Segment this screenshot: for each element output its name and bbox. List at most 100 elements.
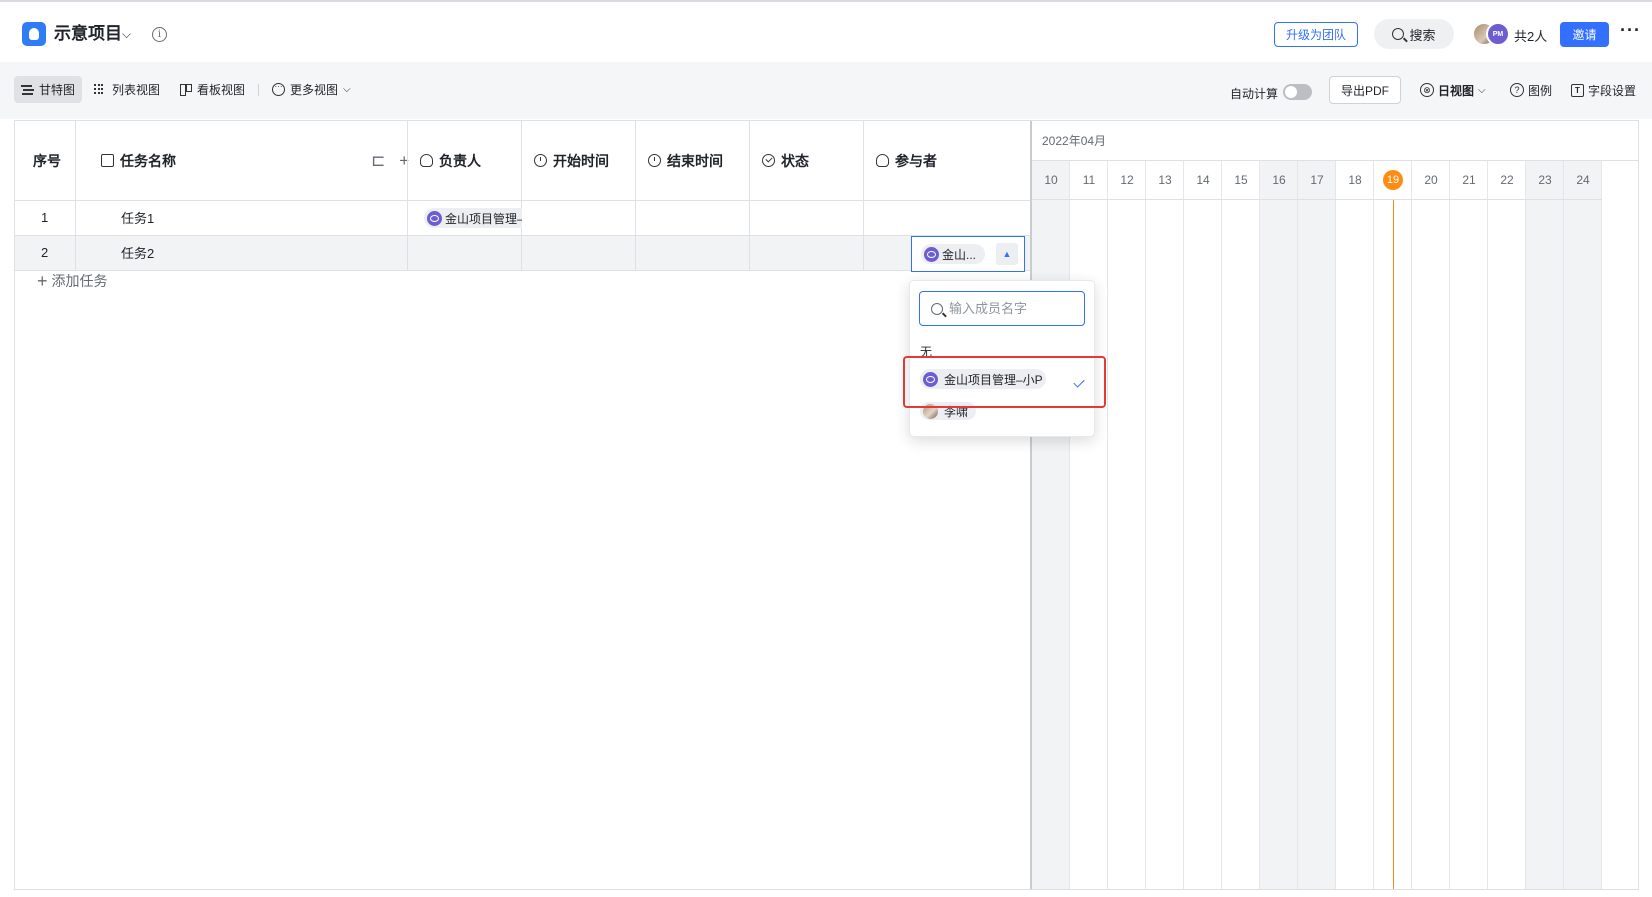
col-divider	[863, 121, 864, 270]
col-label: 参与者	[895, 152, 937, 169]
task-table: 序号 任务名称 ⊏+ 负责人 开始时间 结束时间 状态 参与者 1 任务1 金山…	[15, 121, 1030, 889]
participant-name: 金山...	[942, 247, 977, 262]
col-divider	[407, 121, 408, 270]
highlight-box	[903, 356, 1106, 408]
avatar-pm: PM	[1486, 22, 1510, 46]
member-search-field[interactable]	[919, 291, 1085, 326]
auto-calc-toggle[interactable]	[1283, 84, 1312, 100]
table-row[interactable]	[15, 200, 1030, 235]
add-task-label: 添加任务	[51, 273, 108, 289]
participant-chip[interactable]: 金山...	[921, 244, 985, 264]
day-number: 21	[1450, 160, 1488, 200]
member-count[interactable]: 共2人	[1514, 26, 1547, 45]
today-badge: 19	[1383, 169, 1403, 190]
day-column: 12	[1108, 160, 1146, 889]
upgrade-team-button[interactable]: 升级为团队	[1274, 22, 1358, 47]
gantt-timeline: 2022年04月 10 11 12 13 14 15 16 17 18 19 20 21 22 23 24	[1032, 121, 1638, 889]
gantt-panel: 序号 任务名称 ⊏+ 负责人 开始时间 结束时间 状态 参与者 1 任务1 金山…	[14, 120, 1639, 890]
row-divider	[15, 270, 1030, 271]
row-divider	[15, 200, 1030, 201]
day-number: 10	[1032, 160, 1070, 200]
day-column: 24	[1564, 160, 1602, 889]
col-header-task-name[interactable]: 任务名称	[101, 121, 176, 200]
tab-gantt[interactable]: 甘特图	[14, 76, 83, 103]
day-number: 19	[1374, 160, 1412, 200]
day-number: 14	[1184, 160, 1222, 200]
task-name[interactable]: 任务2	[121, 236, 154, 271]
task-name[interactable]: 任务1	[121, 201, 154, 236]
day-number: 24	[1564, 160, 1602, 200]
col-label: 任务名称	[120, 152, 176, 169]
member-search-input[interactable]	[949, 301, 1079, 316]
day-number: 15	[1222, 160, 1260, 200]
timeline-divider	[1032, 160, 1638, 161]
tab-board-label: 看板视图	[197, 83, 246, 97]
month-label: 2022年04月	[1042, 134, 1107, 148]
more-icon[interactable]: ···	[1620, 20, 1641, 41]
legend-button[interactable]: ? 图例	[1510, 78, 1552, 102]
day-number: 17	[1298, 160, 1336, 200]
col-label: 负责人	[439, 152, 481, 169]
col-label: 状态	[781, 152, 809, 169]
chevron-down-icon[interactable]: ⌵	[122, 24, 131, 44]
col-label: 序号	[33, 152, 61, 169]
owner-chip[interactable]: 金山项目管理–小	[424, 208, 522, 228]
col-header-owner[interactable]: 负责人	[420, 121, 481, 200]
plus-icon: +	[37, 271, 48, 291]
col-header-participants[interactable]: 参与者	[876, 121, 937, 200]
people-icon	[876, 154, 889, 167]
day-column: 19	[1374, 160, 1412, 889]
app-header: 示意项目 ⌵ i 升级为团队 搜索 PM 共2人 邀请 ···	[0, 2, 1652, 62]
day-column: 23	[1526, 160, 1564, 889]
col-header-start[interactable]: 开始时间	[534, 121, 609, 200]
day-number: 12	[1108, 160, 1146, 200]
search-label: 搜索	[1409, 27, 1436, 43]
row-index: 2	[41, 245, 49, 260]
col-header-end[interactable]: 结束时间	[648, 121, 723, 200]
project-title[interactable]: 示意项目	[54, 22, 122, 46]
table-row[interactable]	[15, 235, 1030, 270]
day-view-label: 日视图	[1438, 83, 1475, 98]
info-icon[interactable]: i	[152, 27, 167, 42]
col-divider	[749, 121, 750, 270]
row-index: 1	[41, 210, 49, 225]
col-header-status[interactable]: 状态	[762, 121, 809, 200]
check-circle-icon	[762, 154, 775, 167]
tab-list[interactable]: 列表视图	[87, 76, 167, 103]
legend-label: 图例	[1528, 83, 1553, 98]
field-settings-button[interactable]: T 字段设置	[1571, 78, 1636, 102]
day-column: 14	[1184, 160, 1222, 889]
header-tools: ⊏+	[371, 151, 423, 171]
export-pdf-button[interactable]: 导出PDF	[1329, 76, 1401, 104]
kanban-icon	[179, 84, 192, 96]
day-number: 23	[1526, 160, 1564, 200]
search-button[interactable]: 搜索	[1374, 19, 1454, 49]
gantt-icon	[21, 84, 34, 95]
add-task-button[interactable]: + 添加任务	[37, 271, 108, 291]
today-line	[1393, 200, 1394, 889]
indent-icon[interactable]: ⊏	[371, 151, 399, 170]
day-number: 18	[1336, 160, 1374, 200]
row-divider	[15, 235, 1030, 236]
view-toolbar: 甘特图 列表视图 看板视图 ··· 更多视图 ⌵ 自动计算 导出PDF ⊗ 日视…	[0, 62, 1652, 119]
auto-calc-label: 自动计算	[1230, 87, 1279, 101]
search-icon	[931, 302, 943, 315]
col-label: 开始时间	[553, 152, 609, 169]
col-divider	[521, 121, 522, 270]
invite-button[interactable]: 邀请	[1560, 22, 1609, 47]
tab-gantt-label: 甘特图	[39, 83, 76, 97]
day-view-select[interactable]: ⊗ 日视图 ⌵	[1420, 78, 1486, 102]
col-label: 结束时间	[667, 152, 723, 169]
day-column: 22	[1488, 160, 1526, 889]
caret-up-icon[interactable]: ▲	[996, 243, 1018, 265]
clock-icon	[648, 154, 661, 167]
tab-board[interactable]: 看板视图	[172, 76, 252, 103]
field-icon: T	[1571, 83, 1584, 97]
participant-cell-editor[interactable]: 金山... ▲	[911, 236, 1025, 272]
tab-more-views[interactable]: ··· 更多视图 ⌵	[265, 76, 358, 103]
day-column: 15	[1222, 160, 1260, 889]
more-circle-icon: ···	[272, 83, 285, 96]
chevron-down-icon: ⌵	[343, 84, 351, 95]
day-column: 18	[1336, 160, 1374, 889]
member-avatars[interactable]: PM	[1472, 22, 1520, 46]
